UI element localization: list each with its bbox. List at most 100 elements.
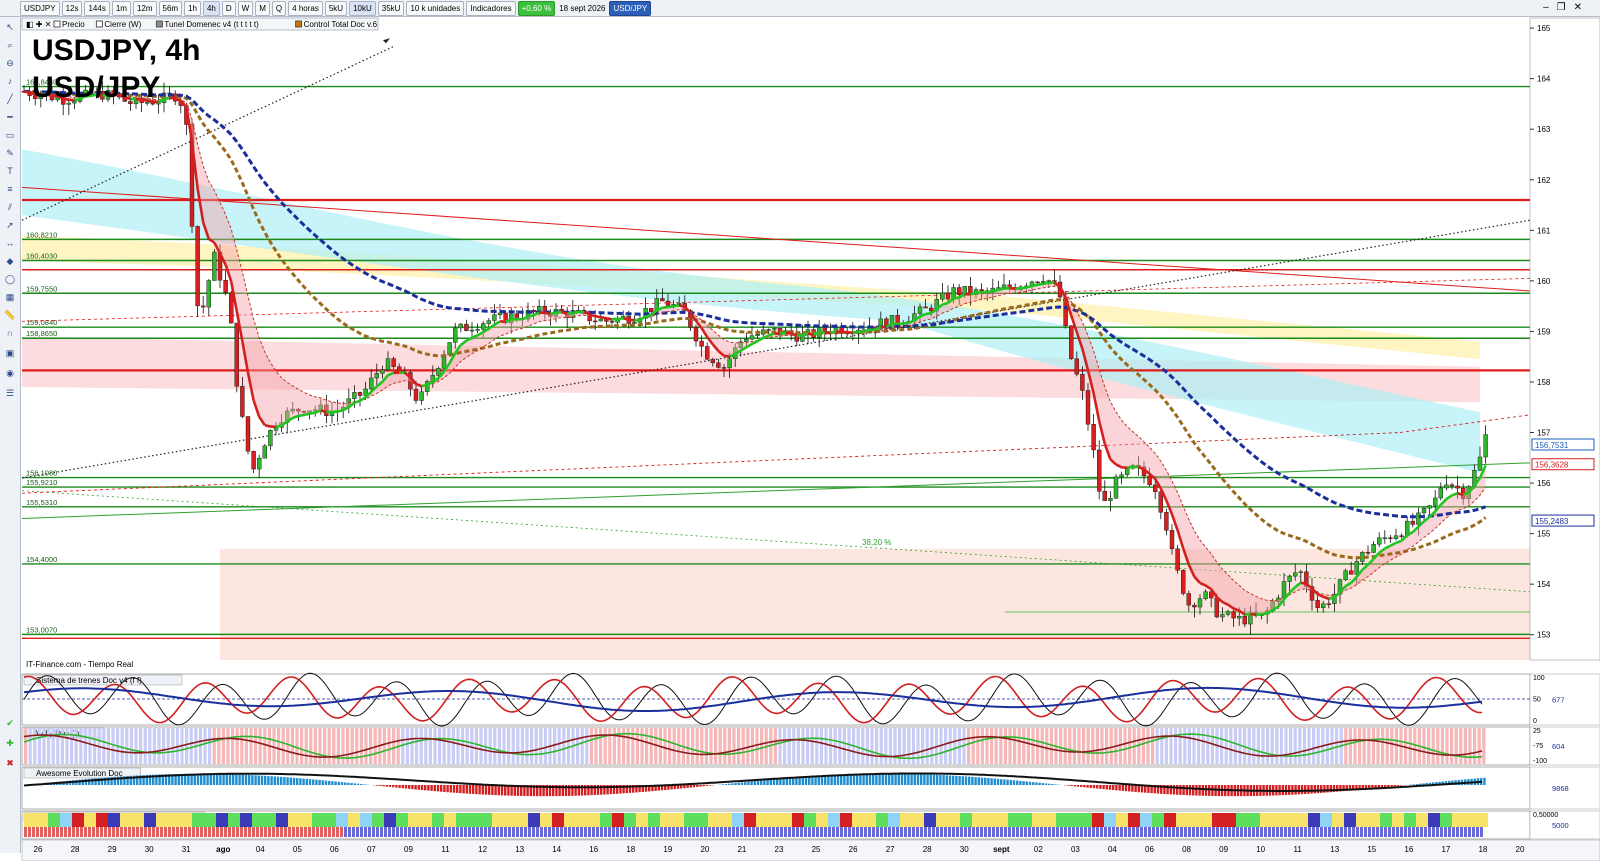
market-strength-cell [1236, 813, 1248, 827]
candle-body [1119, 474, 1124, 478]
willy-bar [1224, 728, 1228, 764]
market-strength-bar [936, 827, 939, 837]
awesome-bar [1019, 780, 1022, 785]
market-strength-bar [976, 827, 979, 837]
market-strength-bar [540, 827, 543, 837]
willy-bar [171, 728, 175, 764]
willy-bar [925, 728, 929, 764]
market-strength-bar [1320, 827, 1323, 837]
willy-bar [1266, 728, 1270, 764]
awesome-bar [760, 780, 763, 785]
fast-ma-segment [1261, 612, 1268, 616]
market-strength-bar [864, 827, 867, 837]
awesome-bar [478, 785, 481, 795]
willy-bar [442, 728, 446, 764]
awesome-bar [459, 785, 462, 794]
market-strength-bar [444, 827, 447, 837]
market-strength-bar [36, 827, 39, 837]
market-strength-bar [1372, 827, 1375, 837]
willy-bar [1390, 728, 1394, 764]
market-strength-bar [464, 827, 467, 837]
market-strength-cell [540, 813, 552, 827]
market-strength-bar [588, 827, 591, 837]
awesome-bar [1038, 782, 1041, 785]
fast-ma-segment [303, 412, 310, 417]
chart-canvas[interactable]: 163,8440160,8210160,4030159,7550159,0840… [0, 0, 1600, 861]
willy-bar [530, 728, 534, 764]
awesome-bar [254, 775, 257, 785]
candle-body [1203, 591, 1208, 599]
candle-body [755, 334, 760, 336]
x-tick-label: 30 [960, 845, 969, 854]
willy-bar [474, 728, 478, 764]
market-strength-bar [928, 827, 931, 837]
market-strength-bar [1388, 827, 1391, 837]
willy-bar [65, 728, 69, 764]
fast-ma-segment [628, 318, 635, 322]
willy-bar [1473, 728, 1477, 764]
candle-body [705, 346, 710, 360]
willy-bar [1183, 728, 1187, 764]
market-strength-bar [620, 827, 623, 837]
market-strength-bar [868, 827, 871, 837]
up-trendline[interactable] [21, 462, 1531, 519]
market-strength-bar [944, 827, 947, 837]
market-strength-bar [956, 827, 959, 837]
willy-bar [718, 728, 722, 764]
awesome-bar [990, 778, 993, 785]
market-strength-cell [1116, 813, 1128, 827]
willy-bar [1440, 728, 1444, 764]
legend-item[interactable]: Control Total Doc v.6 [304, 20, 378, 29]
candle-body [1192, 604, 1197, 608]
market-strength-bar [1260, 827, 1263, 837]
market-strength-bar [1128, 827, 1131, 837]
price-axis-bg[interactable] [1529, 17, 1600, 661]
legend-toggle-icon[interactable]: ◧ ✚ ✕ [26, 20, 51, 29]
market-strength-bar [460, 827, 463, 837]
awesome-bar [1316, 785, 1320, 794]
market-strength-bar [760, 827, 763, 837]
market-strength-cell [432, 813, 444, 827]
market-strength-bar [496, 827, 499, 837]
market-strength-bar [1092, 827, 1095, 837]
candle-body [240, 386, 245, 417]
awesome-bar [488, 785, 491, 795]
market-strength-bar [808, 827, 811, 837]
legend-item[interactable]: Cierre (W) [104, 20, 141, 29]
market-strength-bar [524, 827, 527, 837]
legend-item[interactable]: Tunel Domenec v4 (t t t t t) [164, 20, 259, 29]
willy-bar [709, 728, 713, 764]
awesome-bar [1310, 785, 1313, 794]
legend-item[interactable]: Precio [62, 20, 85, 29]
market-strength-cell [996, 813, 1008, 827]
fast-ma-segment [1042, 281, 1050, 286]
candle-body [1477, 456, 1483, 471]
willy-bar [861, 728, 865, 764]
x-tick-label: 07 [367, 845, 376, 854]
market-strength-bar [544, 827, 547, 837]
market-strength-cell [1020, 813, 1032, 827]
market-strength-bar [384, 827, 387, 837]
indicator-panel[interactable] [21, 673, 1531, 726]
awesome-bar [398, 785, 401, 788]
market-strength-cell [180, 813, 192, 827]
candle-body [1225, 611, 1231, 615]
willy-bar [953, 728, 957, 764]
awesome-bar [913, 774, 916, 785]
willy-bar [603, 728, 607, 764]
willy-bar [70, 728, 74, 764]
market-strength-bar [324, 827, 327, 837]
willy-bar [865, 728, 869, 764]
market-strength-cell [708, 813, 720, 827]
willy-bar [1210, 728, 1214, 764]
willy-bar [930, 728, 934, 764]
market-strength-bar [1140, 827, 1143, 837]
fast-ma-segment [1037, 282, 1044, 287]
willy-bar [585, 728, 589, 764]
awesome-bar [494, 785, 497, 796]
market-strength-cell [108, 813, 120, 827]
market-strength-cell [192, 813, 204, 827]
level-label: 154,4000 [26, 555, 57, 564]
candle-body [1040, 281, 1046, 283]
awesome-bar [1025, 781, 1028, 785]
